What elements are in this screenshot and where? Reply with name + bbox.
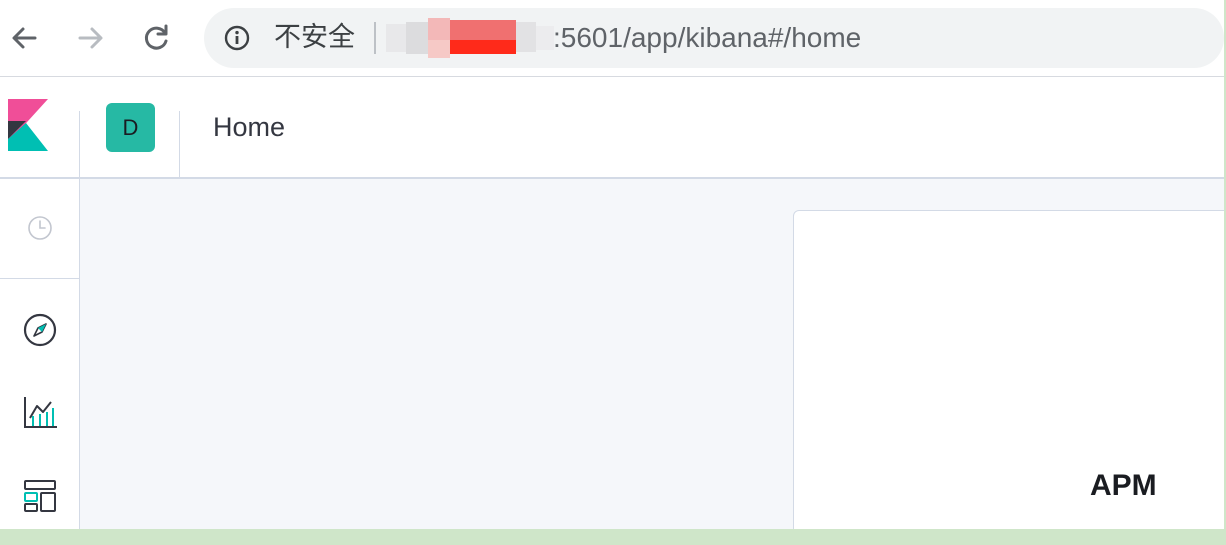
bottom-strip [0, 529, 1226, 545]
nav-item-dashboard[interactable] [0, 476, 79, 516]
space-avatar[interactable]: D [106, 103, 155, 152]
clock-icon [27, 216, 52, 240]
main-content: APM [80, 179, 1226, 542]
header-divider [179, 111, 180, 177]
compass-icon [23, 313, 56, 347]
visualize-icon [23, 397, 57, 428]
reload-button[interactable] [136, 18, 176, 58]
back-button[interactable] [4, 18, 44, 58]
url-text: :5601/app/kibana#/home [553, 22, 862, 53]
dashboard-icon [23, 480, 56, 512]
browser-toolbar: 不安全 :5601/app/kibana#/home [0, 0, 1226, 77]
side-nav-divider [0, 278, 79, 279]
nav-item-visualize[interactable] [0, 393, 79, 433]
apm-card-title: APM [1090, 469, 1157, 502]
kibana-logo[interactable] [8, 99, 48, 151]
info-icon[interactable] [224, 25, 250, 51]
not-secure-label: 不安全 [274, 22, 355, 53]
reload-icon [144, 24, 168, 50]
nav-item-discover[interactable] [0, 310, 79, 350]
breadcrumb: Home [213, 112, 286, 142]
address-bar[interactable]: 不安全 :5601/app/kibana#/home [204, 8, 1224, 68]
header-divider [79, 111, 80, 177]
redacted-hostname [386, 18, 554, 58]
address-divider [374, 22, 376, 54]
side-nav [0, 179, 80, 529]
kibana-header: D Home [0, 77, 1226, 179]
arrow-left-icon [12, 27, 37, 49]
arrow-right-icon [78, 27, 103, 49]
nav-item-recently-viewed[interactable] [0, 208, 79, 248]
forward-button[interactable] [71, 18, 111, 58]
apm-card[interactable]: APM [793, 210, 1226, 542]
